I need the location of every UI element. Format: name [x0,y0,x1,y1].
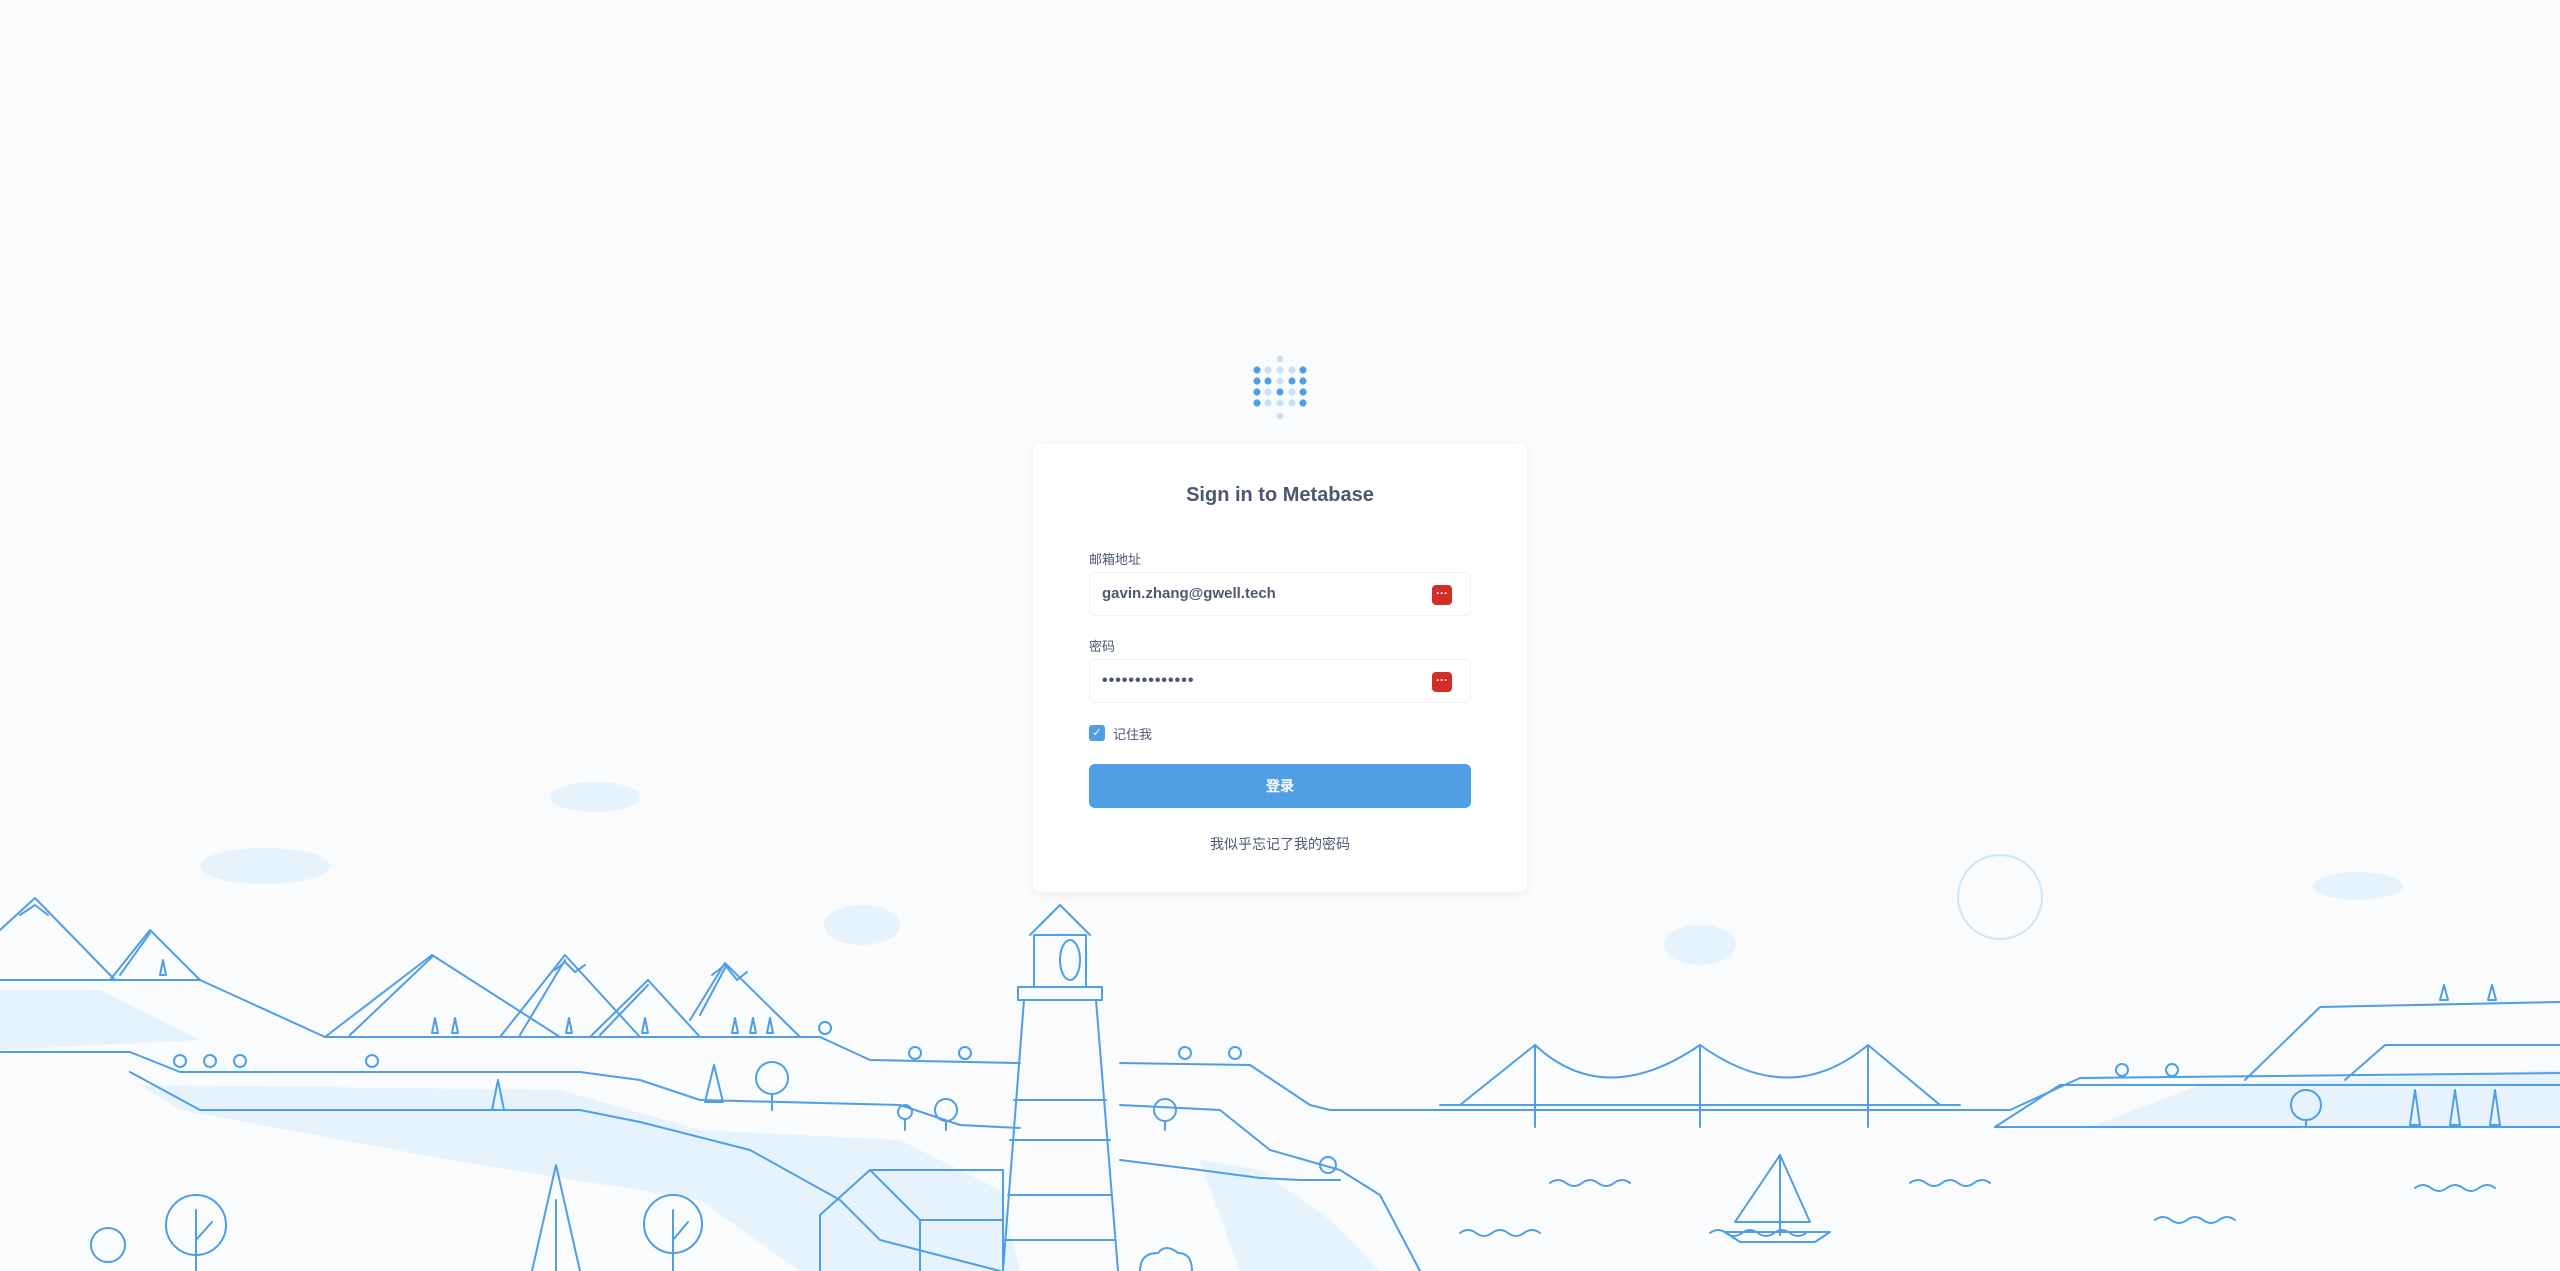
password-value: •••••••••••••• [1102,672,1195,689]
password-manager-icon[interactable]: ··· [1432,672,1452,692]
forgot-password-link[interactable]: 我似乎忘记了我的密码 [1033,834,1527,854]
password-label: 密码 [1089,639,1116,654]
login-card: Sign in to Metabase 邮箱地址 gavin.zhang@gwe… [1033,444,1527,892]
email-field[interactable]: gavin.zhang@gwell.tech ··· [1089,572,1471,616]
email-value: gavin.zhang@gwell.tech [1102,585,1276,602]
login-title: Sign in to Metabase [1186,484,1374,506]
password-manager-icon[interactable]: ··· [1432,585,1452,605]
metabase-logo [1253,355,1307,420]
email-label: 邮箱地址 [1089,552,1142,567]
check-icon[interactable]: ✓ [1089,725,1105,741]
remember-me[interactable]: ✓ 记住我 [1089,724,1152,742]
password-field[interactable]: •••••••••••••• ··· [1089,659,1471,703]
login-page: Sign in to Metabase 邮箱地址 gavin.zhang@gwe… [0,0,2560,1271]
remember-me-label: 记住我 [1113,726,1153,742]
login-button[interactable]: 登录 [1089,764,1471,808]
